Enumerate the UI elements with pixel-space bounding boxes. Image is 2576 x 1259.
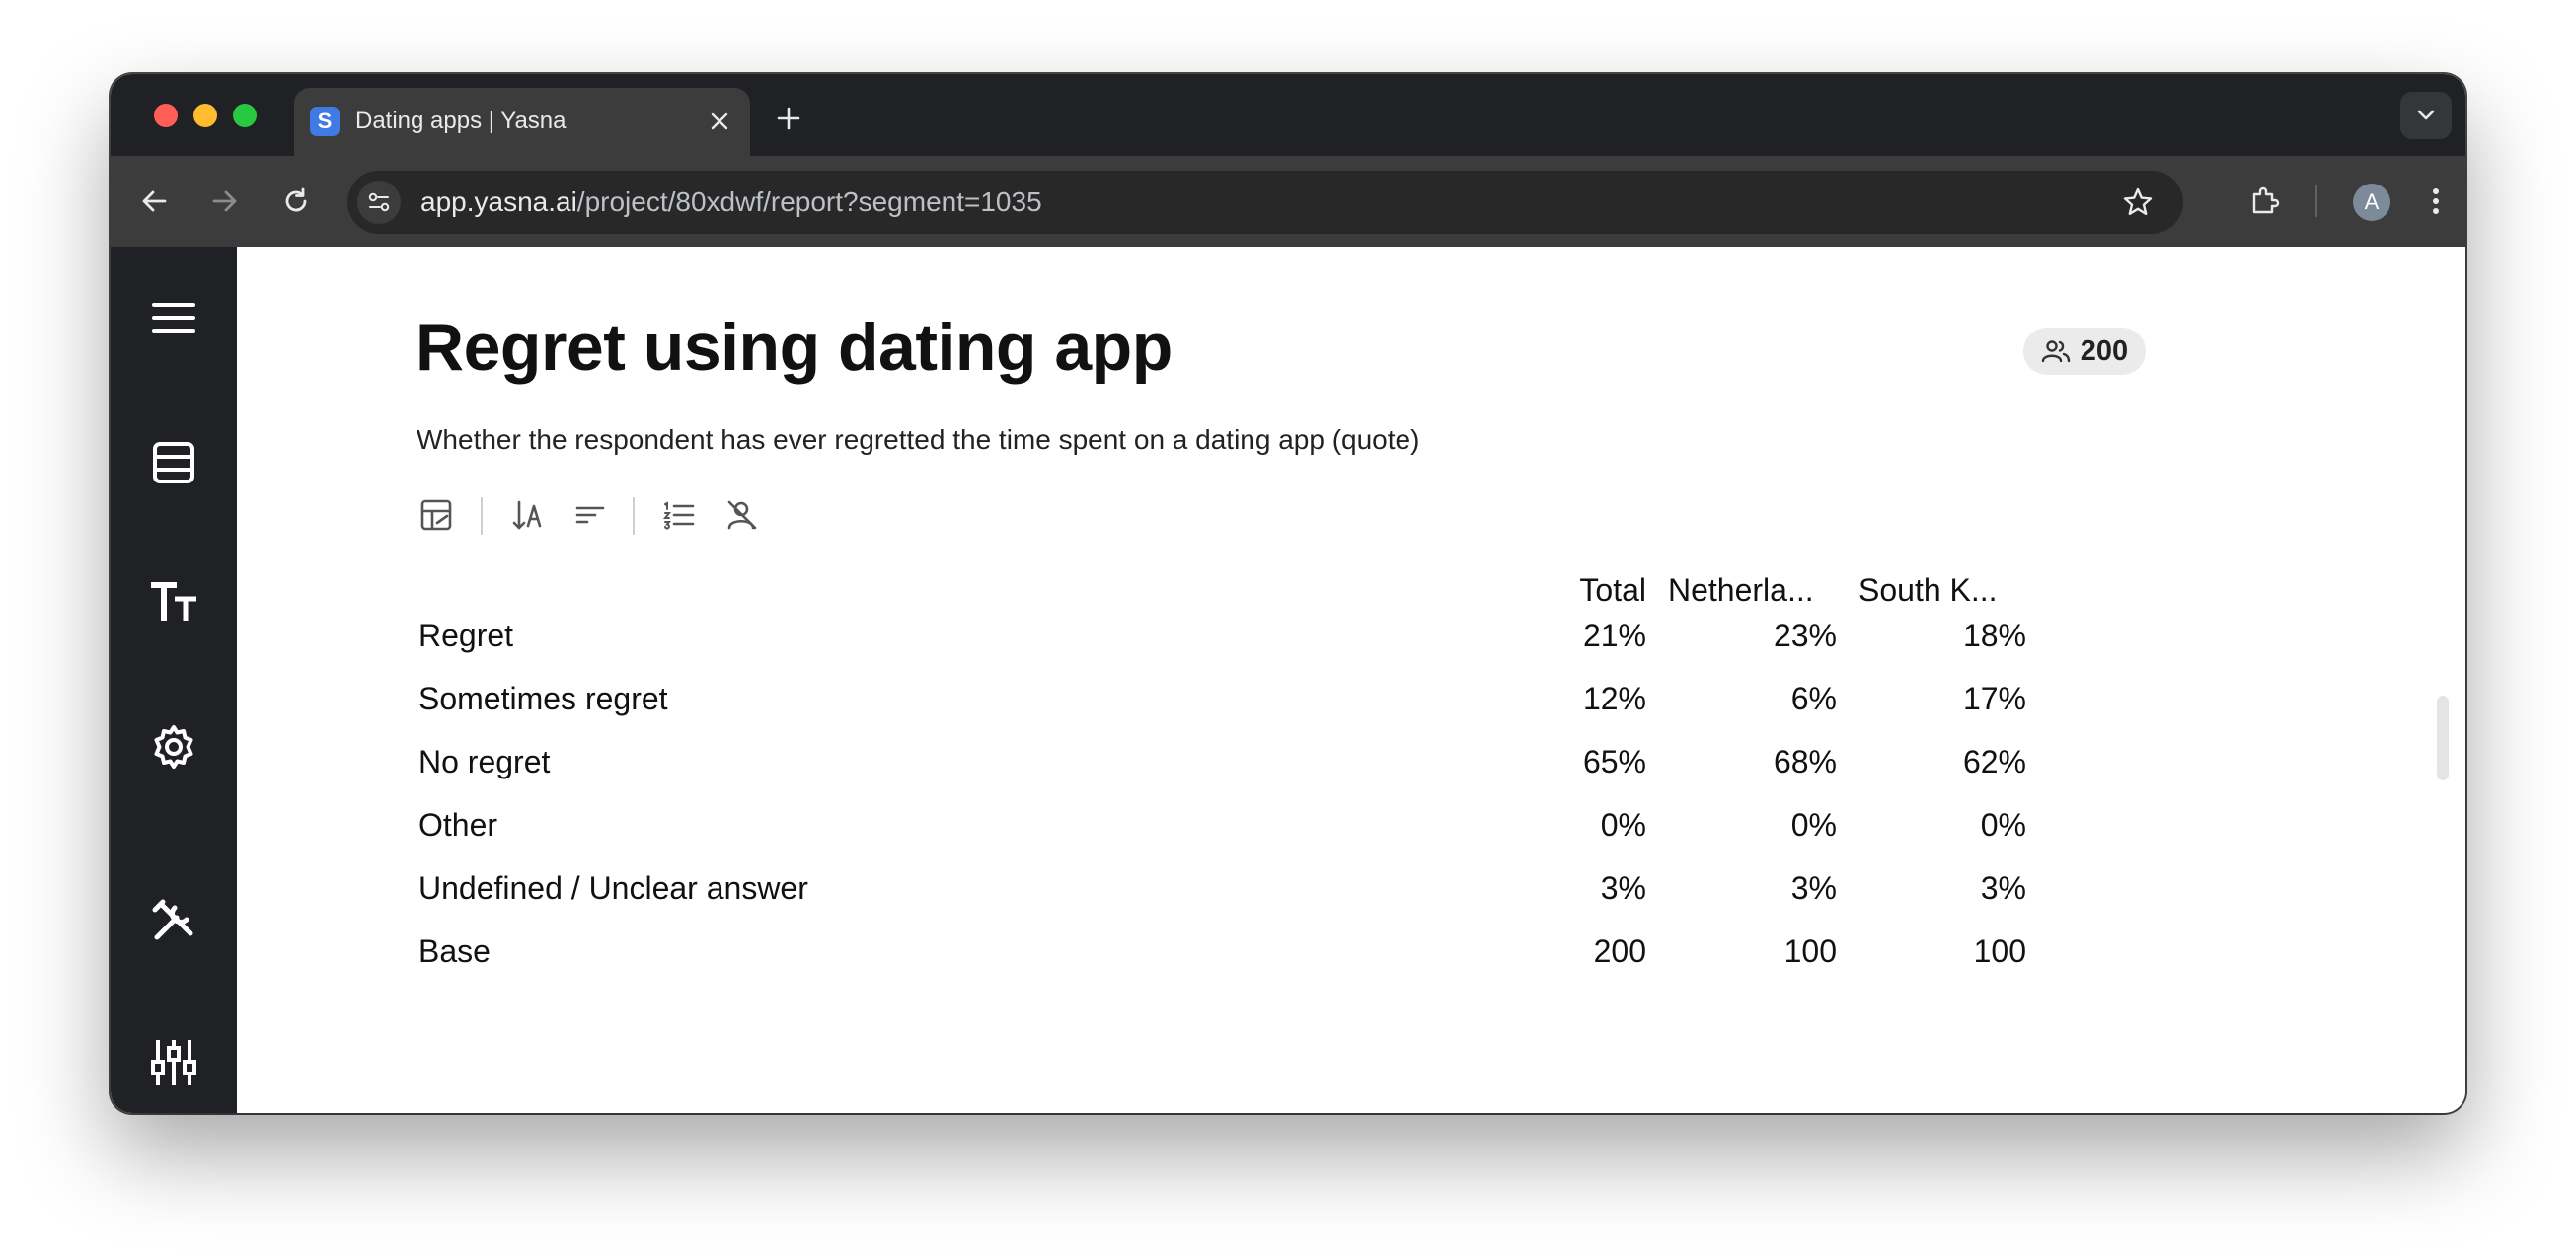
yasna-favicon-icon: S [310, 107, 340, 136]
minimize-window-button[interactable] [193, 104, 217, 127]
table-row: No regret 65% 68% 62% [415, 730, 2144, 793]
cell-south-korea: 100 [1973, 933, 2026, 969]
table-icon[interactable] [146, 435, 201, 490]
gear-icon[interactable] [146, 719, 201, 775]
tab-search-chevron-down-icon[interactable] [2400, 92, 2452, 139]
row-label: No regret [418, 744, 551, 779]
cell-netherlands: 0% [1790, 807, 1837, 843]
kebab-menu-icon[interactable] [2416, 182, 2456, 221]
maximize-window-button[interactable] [233, 104, 257, 127]
report-content: Regret using dating app 200 Whether the … [237, 247, 2465, 1113]
hamburger-menu-icon[interactable] [146, 290, 201, 345]
app-area: Regret using dating app 200 Whether the … [111, 247, 2465, 1113]
table-row: Regret 21% 23% 18% [415, 604, 2144, 667]
url-path: /project/80xdwf/report?segment=1035 [576, 186, 1042, 217]
row-label: Sometimes regret [418, 681, 668, 716]
extensions-puzzle-icon[interactable] [2244, 181, 2286, 222]
address-bar[interactable]: app.yasna.ai/project/80xdwf/report?segme… [347, 171, 2183, 234]
sliders-icon[interactable] [146, 1035, 201, 1090]
tab-close-icon[interactable] [703, 105, 736, 138]
table-row-base: Base 200 100 100 [415, 920, 2144, 983]
cell-total: 0% [1600, 807, 1646, 843]
cell-south-korea: 0% [1980, 807, 2026, 843]
edit-chart-icon[interactable] [415, 493, 458, 537]
cell-netherlands: 100 [1783, 933, 1837, 969]
cell-total: 65% [1582, 744, 1646, 779]
cell-netherlands: 6% [1790, 681, 1837, 716]
bookmark-star-icon[interactable] [2120, 185, 2156, 220]
sort-alpha-icon[interactable] [506, 493, 550, 537]
tools-icon[interactable] [146, 893, 201, 948]
cell-south-korea: 17% [1962, 681, 2026, 716]
back-arrow-icon[interactable] [134, 182, 174, 221]
respondents-badge: 200 [2023, 328, 2146, 375]
cell-total: 3% [1600, 870, 1646, 906]
toolbar-separator [481, 497, 483, 535]
url-host: app.yasna.ai [420, 186, 577, 217]
people-icon [2041, 340, 2070, 363]
tab-title: Dating apps | Yasna [355, 108, 567, 134]
respondents-count: 200 [2080, 334, 2129, 367]
reload-icon[interactable] [276, 182, 316, 221]
table-row: Other 0% 0% 0% [415, 793, 2144, 856]
sort-icon[interactable] [568, 493, 612, 537]
page-title: Regret using dating app [416, 310, 1173, 385]
toolbar-divider [2315, 185, 2317, 217]
cell-south-korea: 62% [1962, 744, 2026, 779]
cell-netherlands: 68% [1773, 744, 1837, 779]
table-row: Sometimes regret 12% 6% 17% [415, 667, 2144, 730]
sidebar [111, 247, 237, 1113]
new-tab-plus-icon[interactable] [772, 102, 805, 135]
browser-toolbar: app.yasna.ai/project/80xdwf/report?segme… [111, 156, 2465, 247]
toolbar-separator [633, 497, 635, 535]
question-description: Whether the respondent has ever regrette… [417, 424, 1420, 455]
browser-window: S Dating apps | Yasna app.yasna.ai/proje… [111, 74, 2465, 1113]
cell-south-korea: 18% [1962, 618, 2026, 653]
site-info-tune-icon[interactable] [357, 181, 401, 224]
cell-netherlands: 23% [1773, 618, 1837, 653]
text-size-icon[interactable] [146, 575, 201, 630]
url-text[interactable]: app.yasna.ai/project/80xdwf/report?segme… [420, 186, 1042, 218]
cell-total: 12% [1582, 681, 1646, 716]
cell-total: 21% [1582, 618, 1646, 653]
title-bar: S Dating apps | Yasna [111, 74, 2465, 156]
profile-avatar[interactable]: A [2353, 184, 2390, 221]
cell-south-korea: 3% [1980, 870, 2026, 906]
row-label: Undefined / Unclear answer [418, 870, 808, 906]
cell-total: 200 [1593, 933, 1646, 969]
row-label: Regret [418, 618, 514, 653]
close-window-button[interactable] [154, 104, 178, 127]
row-label: Base [418, 933, 491, 969]
vertical-scrollbar[interactable] [2437, 696, 2449, 780]
forward-arrow-icon[interactable] [205, 182, 245, 221]
numbered-list-icon[interactable] [657, 493, 701, 537]
cell-netherlands: 3% [1790, 870, 1837, 906]
hide-person-icon[interactable] [720, 493, 764, 537]
table-row: Undefined / Unclear answer 3% 3% 3% [415, 856, 2144, 920]
browser-tab[interactable]: S Dating apps | Yasna [294, 88, 750, 156]
row-label: Other [418, 807, 498, 843]
